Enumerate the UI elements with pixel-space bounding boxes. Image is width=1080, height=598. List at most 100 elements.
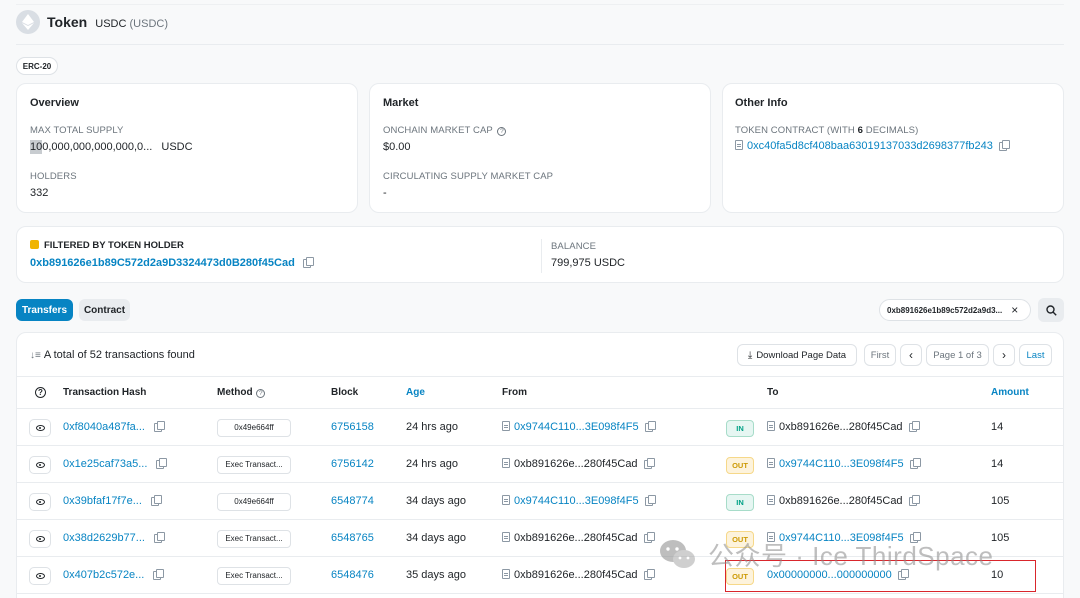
age-cell: 34 days ago (406, 531, 466, 544)
file-icon (502, 420, 510, 431)
to-cell: 0xb891626e...280f45Cad (767, 420, 920, 433)
filter-address-link[interactable]: 0xb891626e1b89C572d2a9D3324473d0B280f45C… (30, 257, 295, 269)
sort-icon: ↓≡ (30, 350, 41, 361)
header-divider (16, 4, 1064, 5)
info-icon: ? (35, 387, 46, 398)
token-contract-link[interactable]: 0xc40fa5d8cf408baa63019137033d2698377fb2… (747, 140, 993, 152)
copy-icon[interactable] (153, 568, 165, 580)
copy-icon[interactable] (644, 420, 656, 432)
block-link[interactable]: 6756158 (331, 421, 374, 433)
amount-cell: 14 (991, 457, 1004, 470)
eye-icon (35, 535, 45, 542)
onchain-cap-label: ONCHAIN MARKET CAP ? (383, 125, 507, 136)
copy-icon[interactable] (998, 140, 1010, 151)
first-page-button[interactable]: First (864, 344, 896, 366)
direction-badge: OUT (726, 456, 754, 474)
block-link[interactable]: 6548774 (331, 495, 374, 507)
tx-hash-link[interactable]: 0x407b2c572e... (63, 569, 144, 581)
copy-icon[interactable] (150, 494, 162, 506)
page-title-group: Token USDC (USDC) (47, 14, 168, 30)
row-divider (17, 445, 1063, 446)
view-details-button[interactable] (29, 455, 51, 474)
circ-cap-value: - (383, 187, 387, 199)
age-cell: 24 hrs ago (406, 420, 458, 433)
token-contract-row: 0xc40fa5d8cf408baa63019137033d2698377fb2… (735, 140, 1010, 152)
help-icon[interactable]: ? (256, 389, 266, 398)
view-details-button[interactable] (29, 418, 51, 437)
filter-icon (30, 240, 39, 249)
row-divider (17, 482, 1063, 483)
to-address[interactable]: 0xb891626e...280f45Cad (779, 421, 903, 433)
page-title: Token (47, 14, 88, 30)
from-address[interactable]: 0xb891626e...280f45Cad (514, 532, 638, 544)
from-cell: 0x9744C110...3E098f4F5 (502, 494, 656, 507)
method-badge: 0x49e664ff (217, 418, 291, 437)
method-badge: 0x49e664ff (217, 492, 291, 511)
copy-icon[interactable] (153, 531, 165, 543)
market-card: Market ONCHAIN MARKET CAP ? $0.00 CIRCUL… (369, 83, 711, 213)
tab-transfers[interactable]: Transfers (16, 299, 73, 321)
age-cell: 35 days ago (406, 568, 466, 581)
header-bottom-divider (16, 44, 1064, 45)
copy-icon[interactable] (643, 457, 655, 469)
prev-page-button[interactable]: ‹ (900, 344, 922, 366)
tx-hash-link[interactable]: 0xf8040a487fa... (63, 421, 145, 433)
copy-icon[interactable] (302, 257, 314, 268)
block-cell: 6548765 (331, 532, 374, 544)
onchain-cap-value: $0.00 (383, 141, 411, 153)
view-details-button[interactable] (29, 566, 51, 585)
copy-icon[interactable] (643, 568, 655, 580)
page-indicator: Page 1 of 3 (926, 344, 989, 366)
holders-label: HOLDERS (30, 171, 77, 182)
tx-hash-link[interactable]: 0x1e25caf73a5... (63, 458, 147, 470)
next-page-button[interactable]: › (993, 344, 1015, 366)
amount-cell: 105 (991, 531, 1010, 544)
from-cell: 0xb891626e...280f45Cad (502, 531, 655, 544)
table-summary: ↓≡ A total of 52 transactions found (30, 349, 195, 361)
copy-icon[interactable] (644, 494, 656, 506)
view-details-button[interactable] (29, 492, 51, 511)
block-link[interactable]: 6548765 (331, 532, 374, 544)
copy-icon[interactable] (643, 531, 655, 543)
row-divider (17, 519, 1063, 520)
method-badge: Exec Transact... (217, 529, 291, 548)
summary-text: A total of 52 transactions found (43, 349, 195, 361)
download-icon: ⤓ (747, 349, 753, 361)
block-link[interactable]: 6756142 (331, 458, 374, 470)
to-address[interactable]: 0x9744C110...3E098f4F5 (779, 458, 904, 470)
clear-filter-icon[interactable]: × (1011, 303, 1018, 317)
view-details-button[interactable] (29, 529, 51, 548)
copy-icon[interactable] (908, 494, 920, 506)
filter-card: FILTERED BY TOKEN HOLDER 0xb891626e1b89C… (16, 226, 1064, 283)
copy-icon[interactable] (909, 457, 921, 469)
help-icon[interactable]: ? (497, 127, 507, 136)
search-filter-button[interactable] (1038, 298, 1064, 322)
col-header-age[interactable]: Age (406, 387, 425, 398)
tx-hash-link[interactable]: 0x39bfaf17f7e... (63, 495, 142, 507)
from-address[interactable]: 0x9744C110...3E098f4F5 (514, 421, 639, 433)
age-cell: 34 days ago (406, 494, 466, 507)
method-header-text: Method (217, 387, 253, 398)
contract-file-icon (735, 140, 743, 150)
copy-icon[interactable] (908, 420, 920, 432)
tab-contract[interactable]: Contract (79, 299, 130, 321)
copy-icon[interactable] (156, 457, 168, 469)
from-address[interactable]: 0xb891626e...280f45Cad (514, 569, 638, 581)
col-header-amount[interactable]: Amount (991, 387, 1029, 398)
file-icon (502, 531, 510, 542)
col-header-hash: Transaction Hash (63, 387, 147, 398)
eye-icon (35, 461, 45, 468)
filter-address-row: 0xb891626e1b89C572d2a9D3324473d0B280f45C… (30, 257, 314, 269)
tx-hash-link[interactable]: 0x38d2629b77... (63, 532, 145, 544)
download-page-data-button[interactable]: ⤓ Download Page Data (737, 344, 857, 366)
watermark: 公众号 · Ice ThirdSpace (658, 536, 994, 573)
last-page-button[interactable]: Last (1019, 344, 1052, 366)
from-address[interactable]: 0xb891626e...280f45Cad (514, 458, 638, 470)
copy-icon[interactable] (153, 420, 165, 432)
block-link[interactable]: 6548476 (331, 569, 374, 581)
from-address[interactable]: 0x9744C110...3E098f4F5 (514, 495, 639, 507)
tx-hash-cell: 0xf8040a487fa... (63, 420, 165, 433)
wechat-icon (660, 539, 695, 568)
to-address[interactable]: 0xb891626e...280f45Cad (779, 495, 903, 507)
header-top-line (17, 376, 1063, 377)
